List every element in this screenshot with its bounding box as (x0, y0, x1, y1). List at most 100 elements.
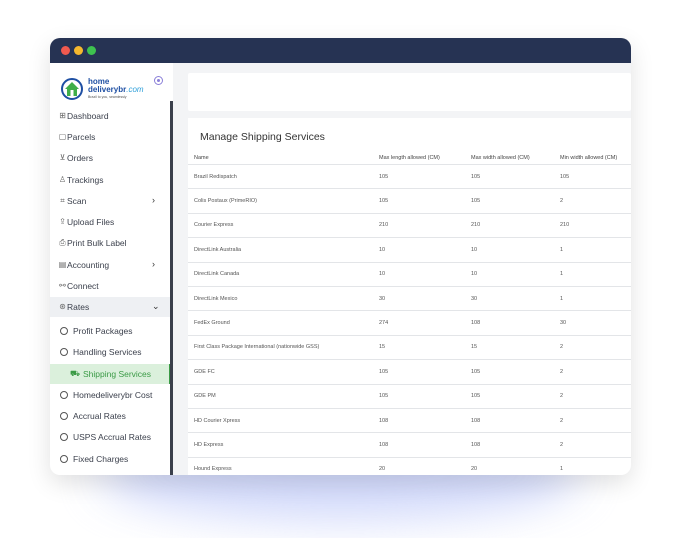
table-cell: 2 (554, 384, 631, 409)
sidebar-item-connect[interactable]: ⚯ Connect (50, 276, 171, 296)
close-dot[interactable] (61, 46, 70, 55)
table-cell: 108 (373, 408, 465, 434)
table-cell: 108 (465, 408, 554, 434)
table-cell: 105 (465, 359, 554, 385)
table-cell: 30 (373, 286, 465, 312)
table-cell: 30 (465, 286, 554, 312)
circle-icon (60, 348, 68, 356)
truck-icon: ⛟ (70, 369, 81, 378)
table-cell: 105 (373, 164, 465, 190)
table-cell: 10 (465, 237, 554, 263)
sidebar-item-parcels[interactable]: ▢ Parcels (50, 127, 171, 147)
table-row[interactable]: HD Express 108 108 2 (188, 432, 631, 458)
sidebar-subitem-accrual-rates[interactable]: Accrual Rates (50, 406, 171, 426)
table-row[interactable]: HD Courier Xpress 108 108 2 (188, 408, 631, 434)
accounting-icon: ▤ (58, 260, 67, 269)
column-header[interactable]: Max length allowed (CM) (373, 151, 465, 165)
table-cell: DirectLink Canada (188, 262, 373, 287)
table-cell: 10 (465, 262, 554, 287)
table-row[interactable]: Brazil Redispatch 105 105 105 (188, 164, 631, 190)
brand-tagline: Brazil to you, seamlessly (88, 95, 127, 99)
column-header[interactable]: Min width allowed (CM) (554, 151, 631, 165)
circle-icon (60, 455, 68, 463)
table-row[interactable]: DirectLink Australia 10 10 1 (188, 237, 631, 263)
browser-window: home deliverybr.com Brazil to you, seaml… (50, 38, 631, 475)
column-header[interactable]: Max width allowed (CM) (465, 151, 554, 165)
table-cell: 1 (554, 286, 631, 312)
sidebar-subitem-shipping-services[interactable]: ⛟ Shipping Services (50, 364, 171, 384)
sidebar-subitem-usps-accrual-rates[interactable]: USPS Accrual Rates (50, 427, 171, 447)
table-cell: 274 (373, 310, 465, 336)
table-cell: 108 (465, 432, 554, 458)
circle-icon (60, 412, 68, 420)
sidebar: home deliverybr.com Brazil to you, seaml… (50, 63, 173, 475)
sidebar-subitem-homedeliverybr-cost[interactable]: Homedeliverybr Cost (50, 385, 171, 405)
column-header[interactable]: Name (188, 151, 373, 165)
sidebar-item-dashboard[interactable]: ⊞ Dashboard (50, 106, 171, 126)
sidebar-item-rates[interactable]: ⊛ Rates ⌄ (50, 297, 171, 317)
collapse-sidebar-icon[interactable] (154, 76, 163, 85)
table-cell: 210 (554, 213, 631, 239)
table-cell: 2 (554, 335, 631, 361)
table-cell: 10 (373, 237, 465, 263)
shipping-services-table: Name Max length allowed (CM) Max width a… (188, 151, 631, 475)
sidebar-subitem-fixed-charges[interactable]: Fixed Charges (50, 449, 171, 469)
table-cell: 1 (554, 457, 631, 475)
sidebar-item-accounting[interactable]: ▤ Accounting › (50, 255, 171, 275)
table-cell: GDE FC (188, 359, 373, 385)
table-cell: 20 (373, 457, 465, 475)
table-header-row: Name Max length allowed (CM) Max width a… (188, 151, 631, 165)
main-card: Manage Shipping Services Name Max length… (188, 118, 631, 475)
table-cell: HD Courier Xpress (188, 408, 373, 434)
sidebar-scrollbar[interactable] (170, 101, 173, 475)
table-row[interactable]: GDE FC 105 105 2 (188, 359, 631, 385)
brand-logo[interactable]: home deliverybr.com Brazil to you, seaml… (58, 76, 168, 102)
sidebar-item-orders[interactable]: ⊻ Orders (50, 148, 171, 168)
table-cell: Colis Postaux (PrimeRIO) (188, 188, 373, 214)
table-cell: 105 (554, 164, 631, 190)
dashboard-icon: ⊞ (59, 111, 66, 120)
table-row[interactable]: FedEx Ground 274 108 30 (188, 310, 631, 336)
table-cell: Brazil Redispatch (188, 164, 373, 190)
print-icon: ⎙ (59, 238, 66, 247)
maximize-dot[interactable] (87, 46, 96, 55)
table-row[interactable]: Hound Express 20 20 1 (188, 457, 631, 475)
table-row[interactable]: Courier Express 210 210 210 (188, 213, 631, 239)
circle-icon (60, 433, 68, 441)
sidebar-subitem-profit-packages[interactable]: Profit Packages (50, 321, 171, 341)
table-row[interactable]: DirectLink Mexico 30 30 1 (188, 286, 631, 312)
table-cell: 105 (465, 384, 554, 409)
sidebar-subitem-handling-services[interactable]: Handling Services (50, 342, 171, 362)
sidebar-item-scan[interactable]: ⌗ Scan › (50, 191, 171, 211)
title-bar (50, 38, 631, 63)
table-cell: 2 (554, 188, 631, 214)
table-cell: HD Express (188, 432, 373, 458)
sidebar-item-trackings[interactable]: ♙ Trackings (50, 170, 171, 190)
table-cell: DirectLink Australia (188, 237, 373, 263)
table-cell: Hound Express (188, 457, 373, 475)
table-cell: 2 (554, 408, 631, 434)
circle-icon (60, 327, 68, 335)
table-row[interactable]: GDE PM 105 105 2 (188, 384, 631, 409)
table-cell: 20 (465, 457, 554, 475)
sidebar-item-print-bulk-label[interactable]: ⎙ Print Bulk Label (50, 233, 171, 253)
table-cell: FedEx Ground (188, 310, 373, 336)
chevron-right-icon: › (152, 195, 155, 205)
table-cell: 105 (373, 188, 465, 214)
scan-icon: ⌗ (60, 196, 65, 205)
rates-icon: ⊛ (59, 302, 66, 311)
table-row[interactable]: DirectLink Canada 10 10 1 (188, 262, 631, 287)
table-row[interactable]: First Class Package International (natio… (188, 335, 631, 361)
sidebar-item-upload-files[interactable]: ⇪ Upload Files (50, 212, 171, 232)
table-cell: 15 (465, 335, 554, 361)
top-header-card (188, 73, 631, 111)
table-cell: 210 (373, 213, 465, 239)
box-icon: ▢ (58, 132, 67, 141)
table-row[interactable]: Colis Postaux (PrimeRIO) 105 105 2 (188, 188, 631, 214)
minimize-dot[interactable] (74, 46, 83, 55)
table-cell: 105 (373, 384, 465, 409)
chevron-down-icon: ⌄ (152, 301, 160, 311)
table-cell: 105 (465, 164, 554, 190)
table-cell: Courier Express (188, 213, 373, 239)
circle-icon (60, 391, 68, 399)
